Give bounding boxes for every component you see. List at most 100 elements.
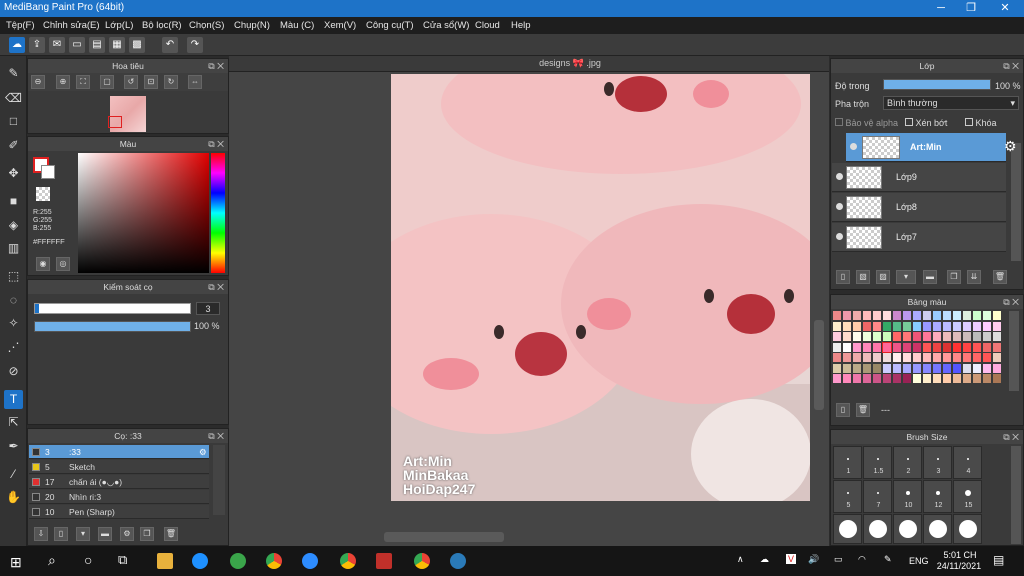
operation-tool-icon[interactable]: ⇱ (4, 413, 23, 432)
palette-swatch[interactable] (963, 374, 971, 383)
palette-swatch[interactable] (993, 374, 1001, 383)
palette-swatch[interactable] (913, 363, 921, 373)
palette-swatch[interactable] (933, 321, 941, 331)
menu-snap[interactable]: Chụp(N) (234, 20, 270, 31)
new-halftone-layer-icon[interactable]: ▧ (856, 270, 870, 284)
palette-swatch[interactable] (893, 321, 901, 331)
menu-cloud[interactable]: Cloud (475, 20, 500, 31)
delete-brush-icon[interactable]: 🗑 (164, 527, 178, 541)
brush-size-cell[interactable]: 1 (833, 446, 862, 479)
palette-swatch[interactable] (833, 363, 841, 373)
menu-layer[interactable]: Lớp(L) (105, 20, 133, 31)
add-layer-menu-icon[interactable]: ▾ (896, 270, 916, 284)
brush-size-cell[interactable] (863, 514, 892, 544)
layer-settings-icon[interactable]: ⚙ (1004, 138, 1017, 155)
palette-swatch[interactable] (923, 332, 931, 341)
palette-swatch[interactable] (863, 353, 871, 362)
color-settings-icon[interactable]: ◎ (56, 257, 70, 271)
search-icon[interactable]: ⌕ (48, 552, 56, 569)
palette-swatch[interactable] (903, 311, 911, 320)
palette-swatch[interactable] (983, 363, 991, 373)
palette-swatch[interactable] (833, 321, 841, 331)
brush-size-cell[interactable]: 12 (923, 480, 952, 513)
palette-swatch[interactable] (953, 374, 961, 383)
palette-swatch[interactable] (913, 332, 921, 341)
menu-help[interactable]: Help (511, 20, 531, 31)
brush-size-cell[interactable]: 7 (863, 480, 892, 513)
palette-picker-icon[interactable]: ◉ (36, 257, 50, 271)
palette-swatch[interactable] (883, 321, 891, 331)
text-tool-icon[interactable]: T (4, 390, 23, 409)
redo-icon[interactable]: ↷ (187, 37, 203, 53)
palette-swatch[interactable] (893, 363, 901, 373)
brush-settings-icon[interactable]: ⚙ (120, 527, 134, 541)
palette-swatch[interactable] (943, 311, 951, 320)
palette-swatch[interactable] (973, 311, 981, 320)
protect-alpha-checkbox[interactable]: Bảo vệ alpha (835, 118, 898, 128)
panel-popout-icon[interactable]: ⧉ ✕ (1003, 430, 1019, 444)
palette-swatch[interactable] (913, 353, 921, 362)
select-eraser-icon[interactable]: ⊘ (4, 362, 23, 381)
brush-opacity-slider[interactable] (34, 321, 191, 332)
pen-tray-icon[interactable]: ✎ (884, 554, 892, 565)
palette-swatch[interactable] (993, 363, 1001, 373)
select-pen-icon[interactable]: ⋰ (4, 338, 23, 357)
palette-swatch[interactable] (873, 363, 881, 373)
palette-swatch[interactable] (953, 363, 961, 373)
comment-icon[interactable]: ✉ (49, 37, 65, 53)
layer-opacity-slider[interactable] (883, 79, 991, 90)
chrome-profile-icon[interactable] (340, 553, 356, 569)
hand-tool-icon[interactable]: ✋ (4, 488, 23, 507)
duplicate-layer-icon[interactable]: ❐ (947, 270, 961, 284)
merge-layer-icon[interactable]: ⇊ (967, 270, 981, 284)
layer-folder-icon[interactable]: ▬ (923, 270, 937, 284)
panel-icon[interactable]: ▦ (109, 37, 125, 53)
brush-size-scrollbar[interactable] (1011, 446, 1021, 544)
wifi-icon[interactable]: ◠ (858, 554, 866, 565)
panel-popout-icon[interactable]: ⧉ ✕ (208, 429, 224, 443)
palette-swatch[interactable] (933, 363, 941, 373)
palette-swatch[interactable] (943, 342, 951, 352)
palette-swatch[interactable] (913, 342, 921, 352)
visibility-icon[interactable] (836, 233, 843, 240)
brush-list-item[interactable]: 3:33 ⚙ (29, 445, 209, 459)
palette-swatch[interactable] (843, 374, 851, 383)
palette-swatch[interactable] (963, 311, 971, 320)
menu-tools[interactable]: Công cụ(T) (366, 20, 414, 31)
fit-icon[interactable]: ⛶ (76, 75, 90, 89)
blend-mode-select[interactable]: Bình thường ▾ (883, 96, 1019, 110)
palette-swatch[interactable] (983, 332, 991, 341)
language-indicator[interactable]: ENG (909, 556, 929, 566)
palette-swatch[interactable] (833, 311, 841, 320)
palette-swatch[interactable] (943, 321, 951, 331)
volume-icon[interactable]: 🔊 (808, 554, 819, 565)
palette-swatch[interactable] (943, 374, 951, 383)
palette-swatch[interactable] (903, 321, 911, 331)
fill-rect-tool-icon[interactable]: ■ (4, 192, 23, 211)
brush-list-item[interactable]: 10 Pen (Sharp) (29, 505, 209, 519)
lock-checkbox[interactable]: Khóa (965, 118, 997, 128)
palette-scrollbar[interactable] (1009, 311, 1019, 391)
palette-swatch[interactable] (903, 353, 911, 362)
palette-swatch[interactable] (963, 321, 971, 331)
palette-swatch[interactable] (853, 374, 861, 383)
rotate-right-icon[interactable]: ↻ (164, 75, 178, 89)
menu-filter[interactable]: Bộ lọc(R) (142, 20, 182, 31)
palette-swatch[interactable] (853, 332, 861, 341)
secondary-color-swatch[interactable] (41, 165, 55, 179)
chat-icon[interactable]: ▭ (69, 37, 85, 53)
palette-swatch[interactable] (983, 374, 991, 383)
palette-swatch[interactable] (953, 353, 961, 362)
palette-swatch[interactable] (933, 374, 941, 383)
clock-date[interactable]: 24/11/2021 (934, 561, 984, 571)
palette-swatch[interactable] (913, 321, 921, 331)
maximize-button[interactable]: ❐ (956, 0, 986, 17)
color-saturation-field[interactable] (78, 153, 209, 273)
palette-swatch[interactable] (903, 363, 911, 373)
battery-icon[interactable]: ▭ (834, 554, 843, 565)
palette-swatch[interactable] (873, 332, 881, 341)
palette-swatch[interactable] (953, 321, 961, 331)
palette-swatch[interactable] (933, 311, 941, 320)
palette-swatch[interactable] (882, 341, 892, 353)
visibility-icon[interactable] (836, 203, 843, 210)
